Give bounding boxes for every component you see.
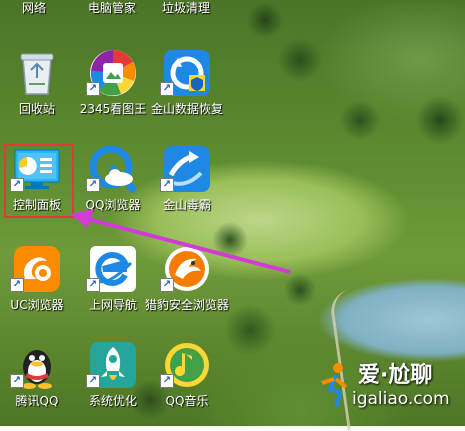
watermark-brand: 爱·尬聊	[358, 363, 433, 388]
watermark: 爱·尬聊 igaliao.com	[314, 357, 462, 413]
runner-logo-icon	[321, 363, 348, 408]
watermark-url: igaliao.com	[352, 389, 450, 409]
